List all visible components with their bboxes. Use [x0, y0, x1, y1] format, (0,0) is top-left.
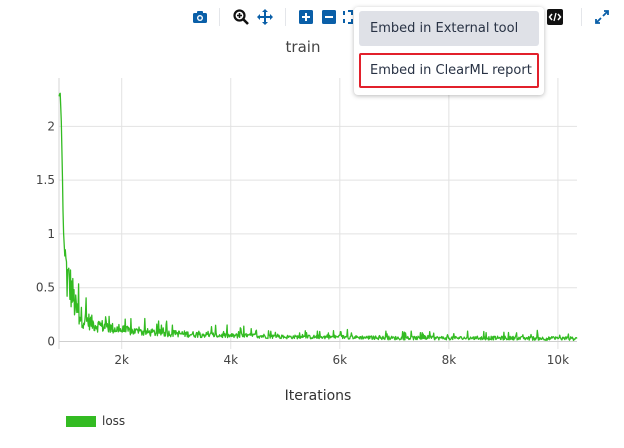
y-tick-label: 0	[47, 334, 55, 348]
x-tick-label: 8k	[442, 353, 457, 367]
y-tick-label: 0.5	[36, 281, 55, 295]
y-tick-label: 1.5	[36, 173, 55, 187]
x-tick-label: 6k	[333, 353, 348, 367]
y-tick-label: 2	[47, 119, 55, 133]
y-tick-label: 1	[47, 227, 55, 241]
legend[interactable]: loss	[66, 413, 125, 429]
x-axis-title: Iterations	[284, 388, 352, 404]
plot-background	[59, 78, 577, 349]
legend-swatch	[66, 415, 96, 427]
x-tick-label: 4k	[223, 353, 238, 367]
x-tick-label: 10k	[547, 353, 569, 367]
embed-clearml-report-item[interactable]: Embed in ClearML report	[359, 53, 539, 88]
embed-menu: Embed in External tool Embed in ClearML …	[354, 7, 544, 95]
embed-external-tool-item[interactable]: Embed in External tool	[359, 11, 539, 46]
legend-label: loss	[102, 414, 126, 428]
x-tick-label: 2k	[114, 353, 129, 367]
